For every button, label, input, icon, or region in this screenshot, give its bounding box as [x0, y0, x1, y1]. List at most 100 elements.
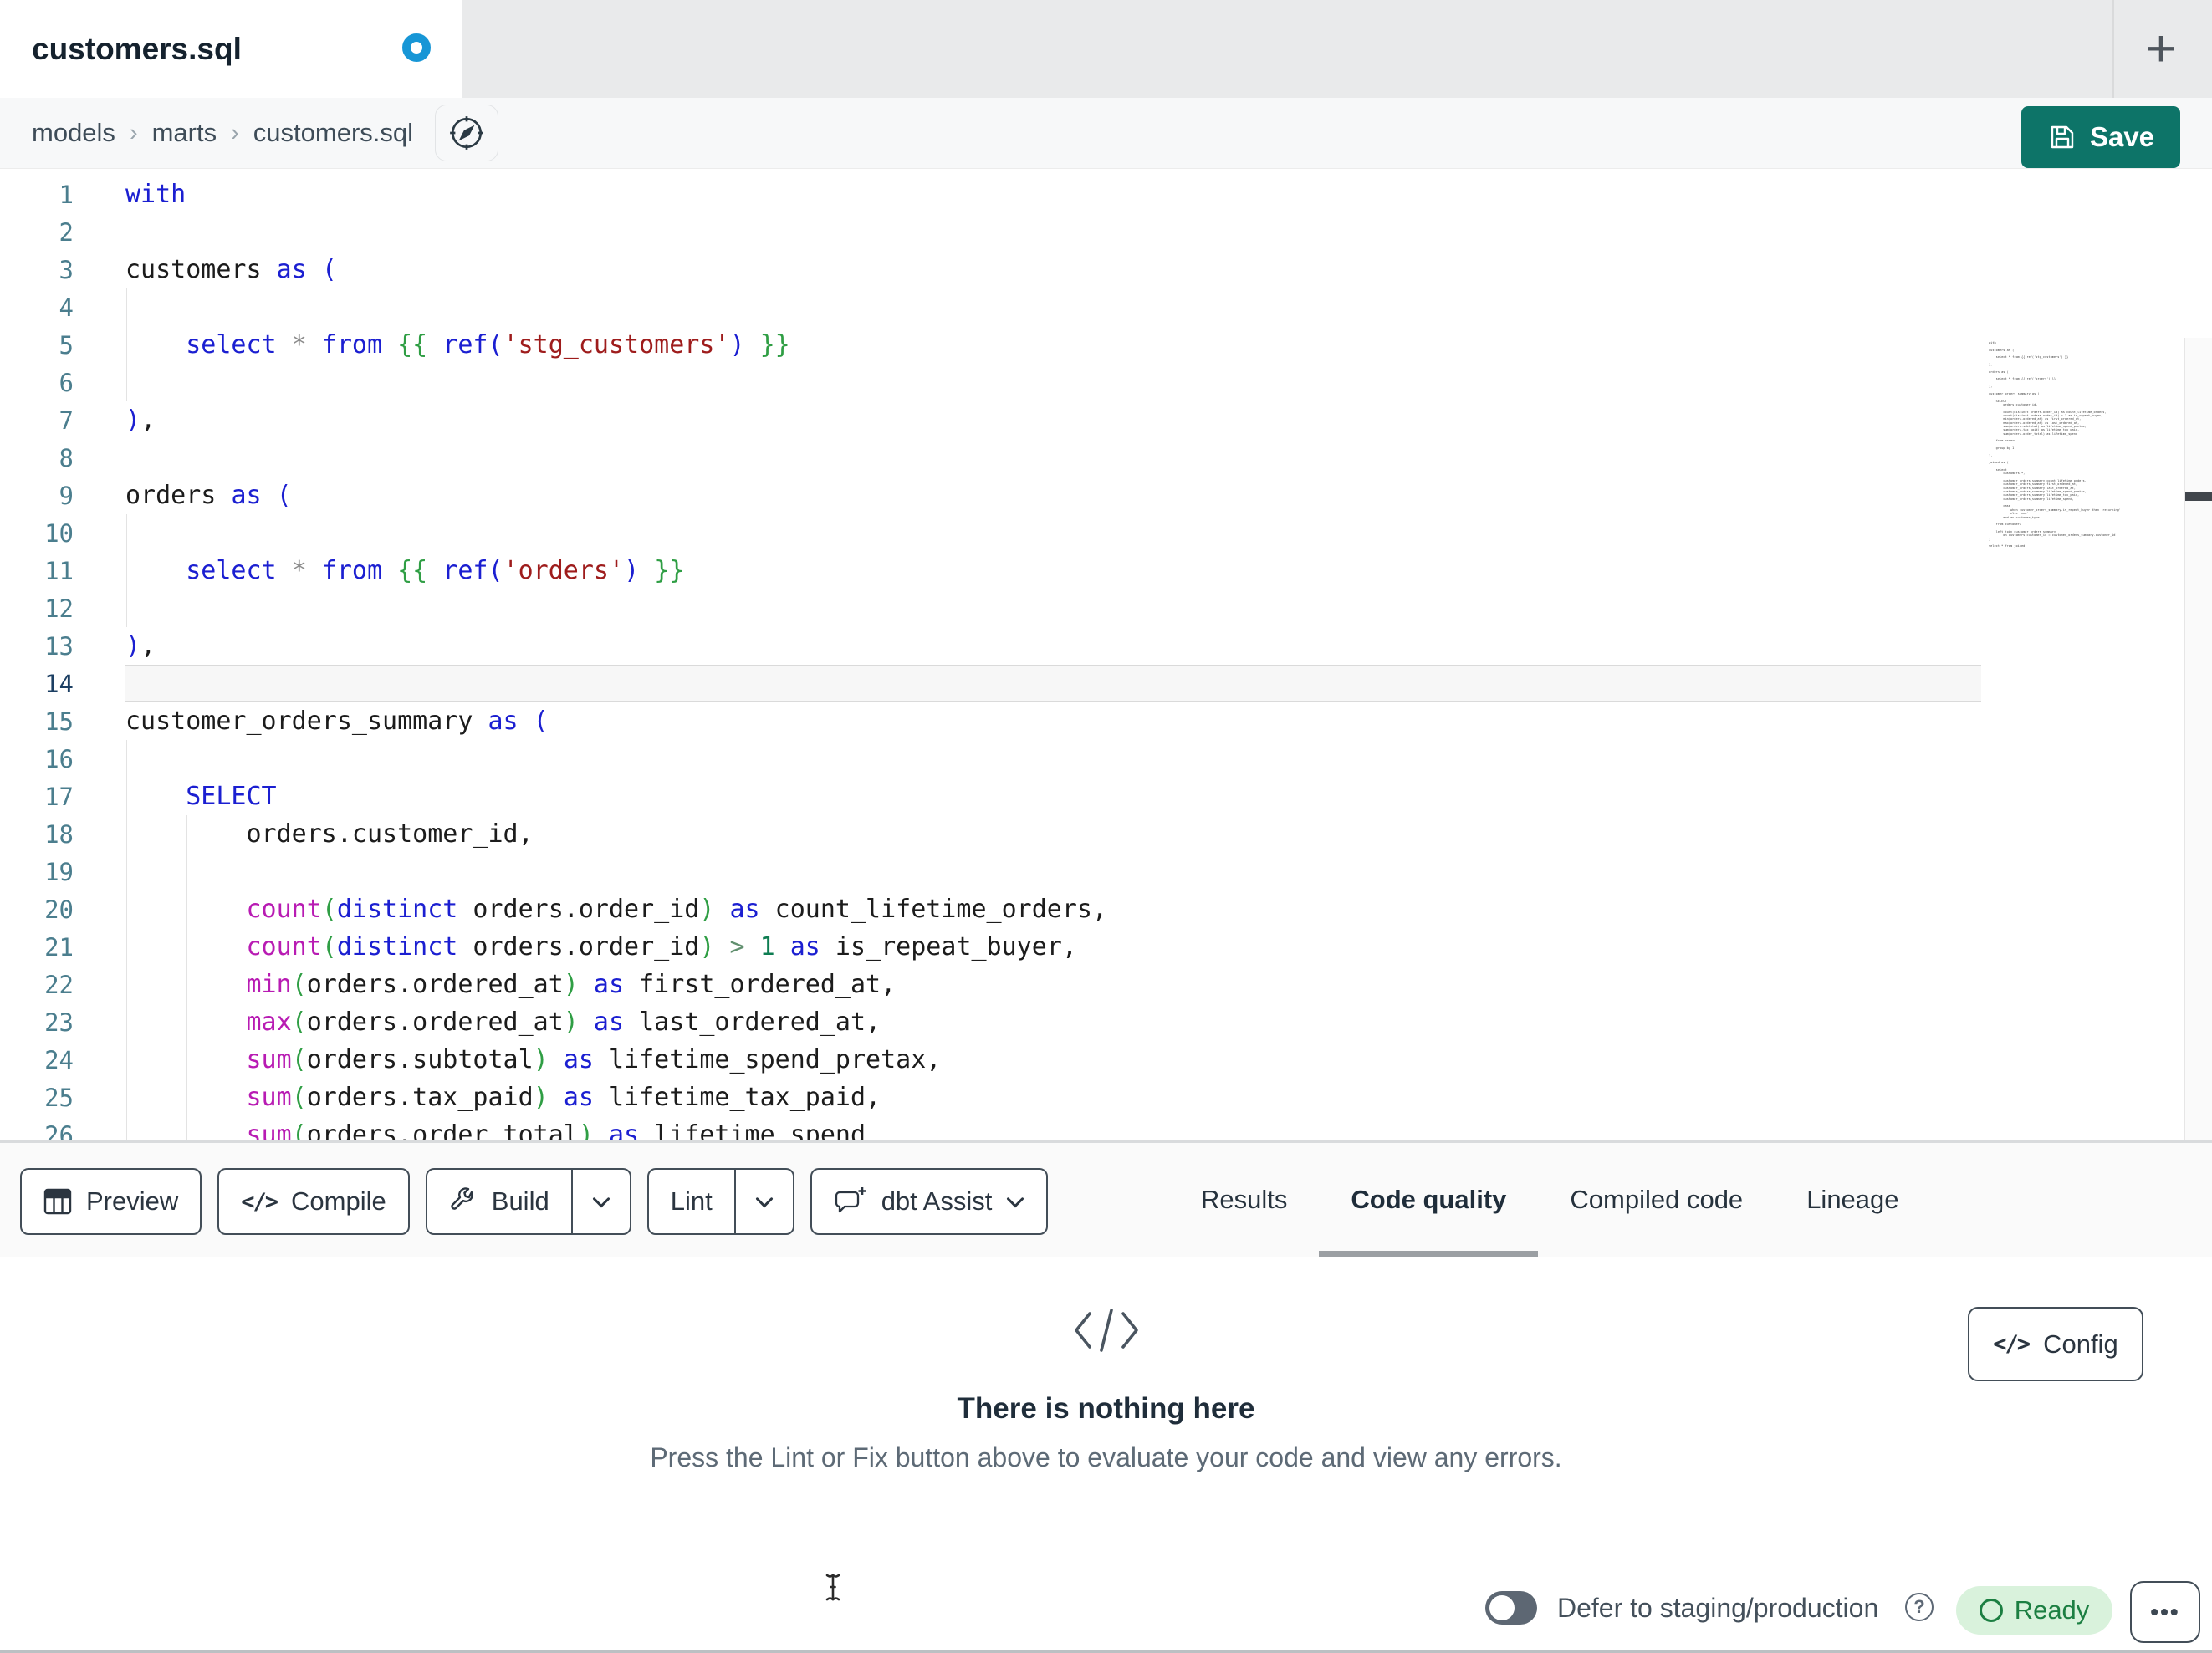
defer-label: Defer to staging/production — [1557, 1592, 1879, 1623]
empty-state: There is nothing here Press the Lint or … — [0, 1257, 2212, 1473]
tabbar-divider — [2112, 0, 2114, 98]
save-button[interactable]: Save — [2021, 106, 2180, 168]
breadcrumb-row: models › marts › customers.sql — [0, 98, 2212, 169]
code-line[interactable]: 11 select * from {{ ref('orders') }} — [0, 552, 2212, 589]
chevron-down-icon — [592, 1196, 610, 1207]
config-button[interactable]: </> Config — [1968, 1307, 2143, 1381]
tab-results[interactable]: Results — [1169, 1143, 1319, 1257]
tab-code-quality[interactable]: Code quality — [1319, 1143, 1539, 1257]
more-options-button[interactable]: ••• — [2130, 1581, 2200, 1643]
code-line[interactable]: 6 — [0, 364, 2212, 401]
line-number: 9 — [59, 481, 74, 510]
code-editor[interactable]: 1 with 2 3 customers as (4 5 select * from {{… — [0, 169, 2212, 1309]
preview-button-label: Preview — [86, 1186, 179, 1216]
code-text: select * from {{ ref('orders') }} — [186, 556, 685, 585]
chevron-down-icon — [755, 1196, 773, 1207]
minimap[interactable]: with customers as ( select * from {{ ref… — [1989, 341, 2131, 548]
build-button[interactable]: Build — [425, 1168, 631, 1235]
line-number: 3 — [59, 255, 74, 284]
dbt-assist-button[interactable]: dbt Assist — [810, 1168, 1049, 1235]
lint-dropdown-button[interactable] — [736, 1170, 793, 1233]
empty-state-title: There is nothing here — [957, 1392, 1255, 1425]
code-line[interactable]: 25 sum(orders.tax_paid) as lifetime_tax_… — [0, 1079, 2212, 1116]
code-text: orders as ( — [125, 481, 292, 510]
code-text: ), — [125, 631, 156, 661]
compile-button[interactable]: </> Compile — [217, 1168, 410, 1235]
code-line[interactable]: 8 — [0, 439, 2212, 477]
code-icon: </> — [241, 1188, 278, 1215]
tab-lineage[interactable]: Lineage — [1775, 1143, 1930, 1257]
code-line[interactable]: 24 sum(orders.subtotal) as lifetime_spen… — [0, 1041, 2212, 1079]
line-number: 19 — [44, 857, 74, 886]
breadcrumb-separator: › — [231, 119, 239, 146]
dbt-assist-button-label: dbt Assist — [881, 1186, 993, 1216]
code-line[interactable]: 5 select * from {{ ref('stg_customers') … — [0, 326, 2212, 364]
preview-button[interactable]: Preview — [20, 1168, 202, 1235]
line-number: 12 — [44, 594, 74, 623]
defer-toggle[interactable] — [1485, 1591, 1537, 1625]
code-line[interactable]: 17 SELECT — [0, 778, 2212, 815]
line-number: 14 — [44, 669, 74, 698]
lint-button-label: Lint — [670, 1186, 713, 1216]
file-tab-title: customers.sql — [32, 31, 242, 66]
code-text: sum(orders.tax_paid) as lifetime_tax_pai… — [246, 1083, 881, 1112]
save-button-label: Save — [2089, 121, 2155, 152]
build-dropdown-button[interactable] — [573, 1170, 630, 1233]
code-line[interactable]: 16 — [0, 740, 2212, 778]
code-line[interactable]: 10 — [0, 514, 2212, 552]
code-line[interactable]: 22 min(orders.ordered_at) as first_order… — [0, 966, 2212, 1003]
line-number: 4 — [59, 293, 74, 322]
toggle-knob — [1489, 1595, 1515, 1620]
wrench-icon — [451, 1187, 473, 1210]
code-text: with — [125, 180, 186, 209]
code-line[interactable]: 21 count(distinct orders.order_id) > 1 a… — [0, 928, 2212, 966]
line-number: 6 — [59, 368, 74, 397]
line-number: 23 — [44, 1008, 74, 1037]
scrollbar-cursor-mark — [2185, 492, 2212, 501]
code-line[interactable]: 3 customers as ( — [0, 251, 2212, 288]
code-line[interactable]: 23 max(orders.ordered_at) as last_ordere… — [0, 1003, 2212, 1041]
save-icon — [2051, 125, 2074, 149]
breadcrumb-item[interactable]: customers.sql — [253, 118, 413, 148]
locate-in-tree-button[interactable] — [435, 105, 499, 161]
code-line[interactable]: 7), — [0, 401, 2212, 439]
code-line[interactable]: 1 with — [0, 176, 2212, 213]
code-line[interactable]: 9 orders as ( — [0, 477, 2212, 514]
code-line[interactable]: 18 orders.customer_id, — [0, 815, 2212, 853]
lint-button[interactable]: Lint — [646, 1168, 794, 1235]
panel-content: There is nothing here Press the Lint or … — [0, 1257, 2212, 1569]
breadcrumb-separator: › — [129, 119, 138, 146]
line-number: 17 — [44, 782, 74, 811]
code-line[interactable]: 20 count(distinct orders.order_id) as co… — [0, 890, 2212, 928]
line-number: 25 — [44, 1083, 74, 1112]
breadcrumb-item[interactable]: models — [32, 118, 115, 148]
line-number: 5 — [59, 330, 74, 360]
breadcrumb-item[interactable]: marts — [152, 118, 217, 148]
code-line[interactable]: 13), — [0, 627, 2212, 665]
text-cursor-icon — [825, 1574, 840, 1601]
code-line[interactable]: 2 — [0, 213, 2212, 251]
help-icon[interactable]: ? — [1905, 1593, 1934, 1621]
ready-status-badge[interactable]: Ready — [1956, 1586, 2112, 1635]
code-line[interactable]: 15 customer_orders_summary as ( — [0, 702, 2212, 740]
line-number: 20 — [44, 895, 74, 924]
compile-button-label: Compile — [291, 1186, 386, 1216]
code-line[interactable]: 4 — [0, 288, 2212, 326]
code-text: customers as ( — [125, 255, 337, 284]
file-tab-customers-sql[interactable]: customers.sql — [0, 0, 462, 98]
code-icon: </> — [1993, 1331, 2031, 1357]
ready-status-label: Ready — [2014, 1595, 2090, 1625]
new-tab-button[interactable]: + — [2128, 15, 2194, 82]
code-line[interactable]: 19 — [0, 853, 2212, 890]
line-number: 2 — [59, 217, 74, 247]
line-number: 16 — [44, 744, 74, 773]
tab-compiled-code[interactable]: Compiled code — [1538, 1143, 1775, 1257]
build-button-label: Build — [491, 1186, 549, 1216]
line-number: 7 — [59, 406, 74, 435]
code-line[interactable]: 14 — [0, 665, 2212, 702]
code-area[interactable]: 1 with 2 3 customers as (4 5 select * from {{… — [0, 176, 2212, 1154]
table-icon — [43, 1188, 72, 1215]
breadcrumb: models › marts › customers.sql — [32, 118, 413, 148]
code-text: SELECT — [186, 782, 277, 811]
code-line[interactable]: 12 — [0, 589, 2212, 627]
